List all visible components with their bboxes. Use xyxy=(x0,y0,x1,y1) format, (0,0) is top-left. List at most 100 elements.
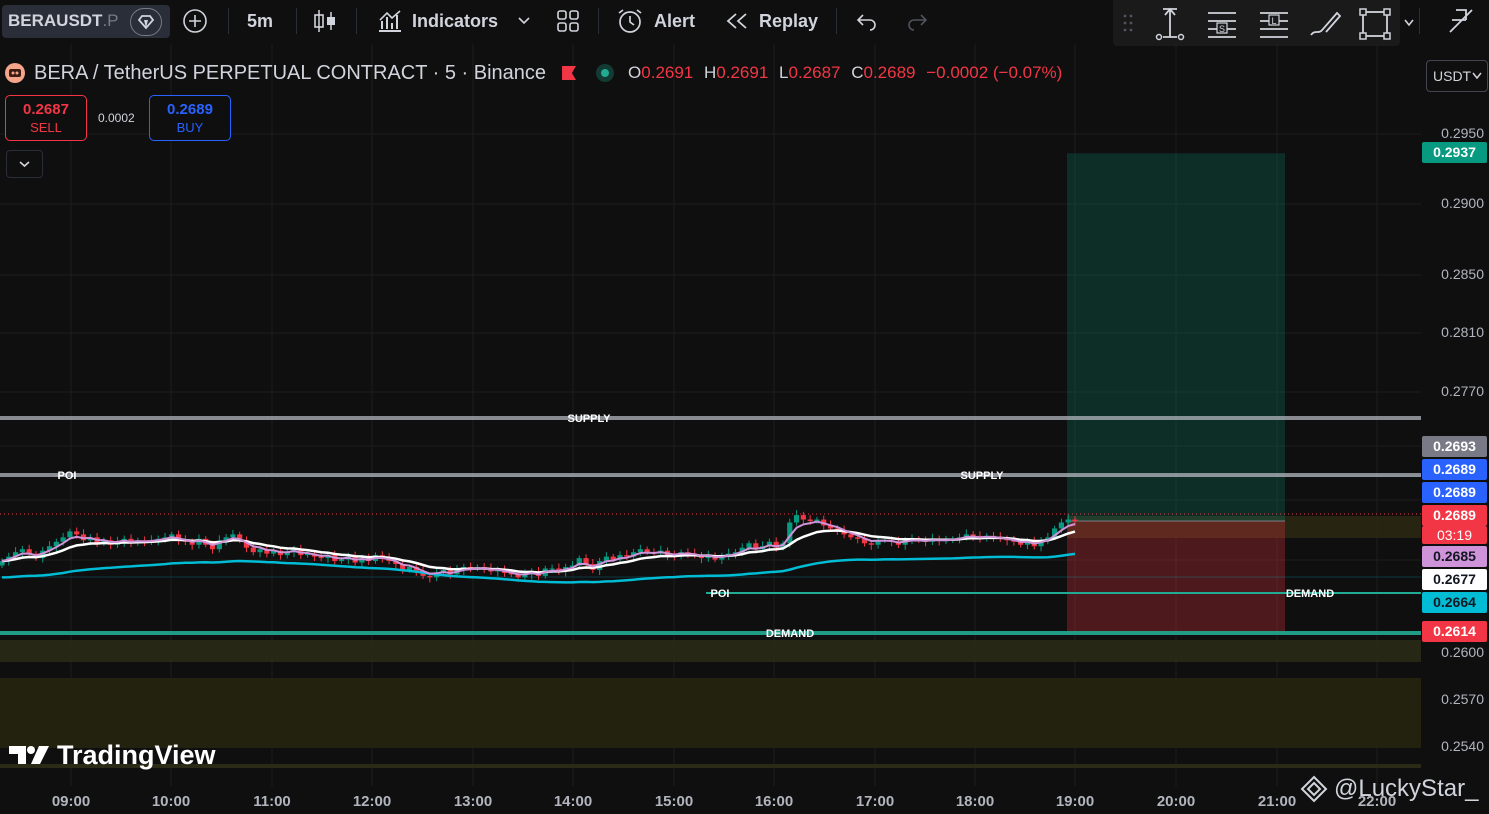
ohlc-values: O0.2691 H0.2691 L0.2687 C0.2689 −0.0002 … xyxy=(628,63,1063,82)
add-symbol-icon[interactable] xyxy=(180,0,210,42)
candle-body xyxy=(848,534,854,538)
price-axis-label: 0.2540 xyxy=(1441,738,1484,754)
price-tag: 0.2689 xyxy=(1422,482,1487,503)
time-axis-label: 20:00 xyxy=(1156,793,1196,810)
supply-label: SUPPLY xyxy=(567,413,611,425)
diamond-icon[interactable] xyxy=(130,8,162,36)
demand-zone xyxy=(0,640,1421,662)
symbol-label: BERAUSDT.P xyxy=(8,11,119,30)
candle-body xyxy=(250,547,256,553)
price-axis-label: 0.2950 xyxy=(1441,125,1484,141)
short-position-icon[interactable]: S xyxy=(1205,2,1239,44)
candle-body xyxy=(67,531,73,538)
brush-icon[interactable] xyxy=(1307,2,1343,44)
candle-body xyxy=(549,568,555,570)
undo-icon[interactable] xyxy=(855,0,879,42)
candle-body xyxy=(19,549,25,553)
price-tag: 0.2677 xyxy=(1422,569,1487,590)
collapse-legend-button[interactable] xyxy=(6,150,43,178)
spread-value: 0.0002 xyxy=(98,111,135,125)
date-price-range-icon[interactable] xyxy=(1153,2,1187,44)
price-tag: 0.2664 xyxy=(1422,592,1487,613)
candle-body xyxy=(1065,519,1071,523)
redo-icon[interactable] xyxy=(905,0,929,42)
alert-label: Alert xyxy=(654,10,696,31)
indicators-icon xyxy=(379,10,401,32)
price-axis-label: 0.2810 xyxy=(1441,324,1484,340)
chevron-down-icon xyxy=(19,161,30,168)
price-axis-label: 0.2570 xyxy=(1441,691,1484,707)
price-tag: 0.2689 xyxy=(1422,505,1487,526)
chevron-down-icon[interactable] xyxy=(517,0,531,42)
currency-selector[interactable]: USDT xyxy=(1426,60,1488,92)
time-axis-label: 15:00 xyxy=(654,793,694,810)
price-tag: 0.2937 xyxy=(1422,142,1487,163)
candle-body xyxy=(746,543,752,548)
candle-body xyxy=(637,549,643,553)
alert-button[interactable]: Alert xyxy=(615,0,695,42)
drag-handle-icon[interactable] xyxy=(1123,2,1133,44)
time-axis-label: 19:00 xyxy=(1055,793,1095,810)
poi-label: POI xyxy=(711,588,730,600)
demand-line xyxy=(0,631,1421,635)
candle-body xyxy=(868,543,874,545)
price-tag: 0.2693 xyxy=(1422,436,1487,457)
price-axis-label: 0.2900 xyxy=(1441,195,1484,211)
replay-button[interactable]: Replay xyxy=(725,0,818,42)
candle-body xyxy=(338,559,345,562)
flag-icon[interactable] xyxy=(562,66,577,80)
watermark: @LuckyStar_ xyxy=(1300,772,1478,806)
drawing-tools-panel: S L xyxy=(1113,0,1414,46)
chart-legend: BERA / TetherUS PERPETUAL CONTRACT · 5 ·… xyxy=(0,58,1062,88)
long-position-icon[interactable]: L xyxy=(1257,2,1291,44)
price-axis-label: 0.2770 xyxy=(1441,383,1484,399)
supply-label: SUPPLY xyxy=(960,470,1004,482)
svg-text:S: S xyxy=(1219,24,1225,34)
price-axis-label: 0.2850 xyxy=(1441,266,1484,282)
tradingview-logo-icon xyxy=(9,746,49,764)
candle-body xyxy=(230,534,236,538)
time-axis-label: 09:00 xyxy=(51,793,91,810)
symbol-search-button[interactable]: BERAUSDT.P xyxy=(2,5,170,38)
indicators-button[interactable]: Indicators xyxy=(376,0,498,42)
top-toolbar: BERAUSDT.P 5m Indicators Alert Replay S … xyxy=(0,0,1489,46)
supply-line xyxy=(0,416,1421,420)
candle-body xyxy=(800,515,806,520)
time-axis-label: 14:00 xyxy=(553,793,593,810)
chevron-down-icon[interactable] xyxy=(1403,2,1415,44)
rectangle-icon[interactable] xyxy=(1357,2,1391,44)
price-chart[interactable]: SUPPLY SUPPLY POI POI DEMAND DEMAND xyxy=(0,44,1421,790)
replay-label: Replay xyxy=(759,10,819,31)
time-axis-label: 11:00 xyxy=(253,793,291,810)
ema-mid-line xyxy=(1,529,1076,574)
demand-label: DEMAND xyxy=(1286,588,1334,600)
collapse-toolbar-icon[interactable] xyxy=(1446,0,1476,42)
candle-body xyxy=(855,537,861,539)
interval-button[interactable]: 5m xyxy=(247,0,273,42)
market-status-icon[interactable] xyxy=(596,64,615,82)
candle-body xyxy=(807,519,813,522)
candle-body xyxy=(1072,519,1078,522)
alarm-clock-icon xyxy=(618,9,642,33)
profit-zone xyxy=(1067,153,1285,522)
sell-button[interactable]: 0.2687 SELL xyxy=(5,95,87,141)
time-axis-label: 18:00 xyxy=(955,793,995,810)
tradingview-logo[interactable]: TradingView xyxy=(9,738,216,772)
templates-grid-icon[interactable] xyxy=(555,0,581,42)
time-axis-label: 17:00 xyxy=(855,793,895,810)
ema-fast-line xyxy=(1,520,1076,576)
candles-chart-type-icon[interactable] xyxy=(312,0,338,42)
buy-button[interactable]: 0.2689 BUY xyxy=(149,95,231,141)
candle-body xyxy=(793,515,800,523)
time-axis[interactable] xyxy=(0,786,1421,814)
time-axis-label: 12:00 xyxy=(352,793,392,810)
demand-label: DEMAND xyxy=(766,628,814,640)
time-axis-label: 21:00 xyxy=(1257,793,1297,810)
time-axis-label: 16:00 xyxy=(754,793,794,810)
diamond-logo-icon xyxy=(1300,775,1328,803)
time-axis-label: 10:00 xyxy=(151,793,191,810)
time-axis-label: 13:00 xyxy=(453,793,493,810)
stop-loss-zone xyxy=(1067,521,1285,633)
legend-title[interactable]: BERA / TetherUS PERPETUAL CONTRACT · 5 ·… xyxy=(34,62,546,85)
price-tag: 0.2689 xyxy=(1422,459,1487,480)
